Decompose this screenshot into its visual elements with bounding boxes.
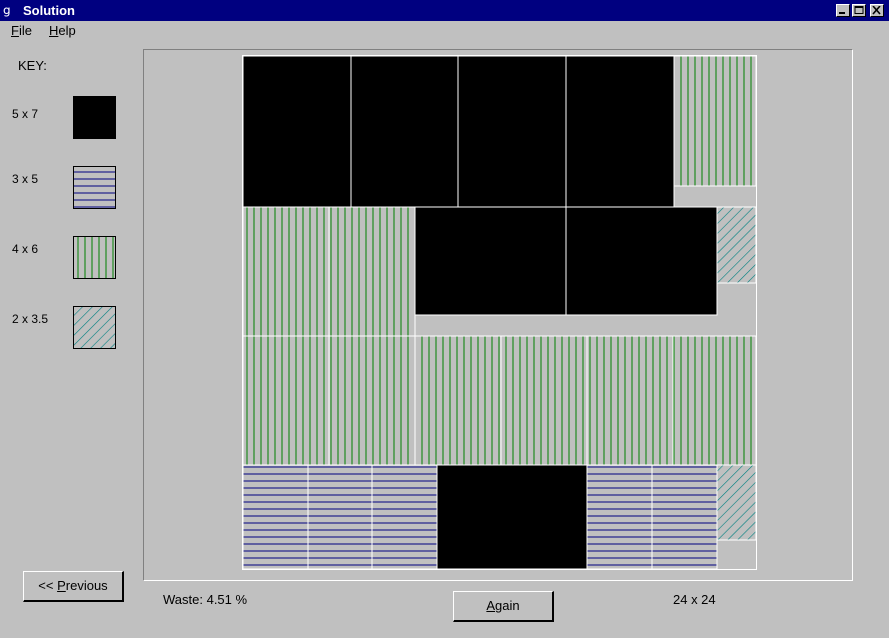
maximize-button[interactable] bbox=[852, 4, 866, 17]
piece-2x3.5 bbox=[716, 206, 757, 284]
piece-5x7 bbox=[242, 55, 352, 208]
previous-prefix: << bbox=[38, 578, 58, 593]
piece-5x7 bbox=[565, 206, 718, 316]
window-title: Solution bbox=[23, 3, 75, 18]
minimize-button[interactable] bbox=[836, 4, 850, 17]
key-swatch-5x7 bbox=[73, 96, 116, 139]
minimize-icon bbox=[839, 12, 845, 14]
key-label-5x7: 5 x 7 bbox=[12, 107, 39, 121]
close-button[interactable] bbox=[870, 4, 884, 17]
piece-3x5 bbox=[307, 464, 373, 570]
menu-help[interactable]: Help bbox=[49, 23, 76, 39]
key-label-2x35: 2 x 3.5 bbox=[12, 312, 49, 326]
menu-help-rest: elp bbox=[58, 23, 76, 38]
menu-bar: File Help bbox=[0, 21, 889, 41]
menu-file[interactable]: File bbox=[11, 23, 32, 39]
previous-rest: revious bbox=[65, 578, 108, 593]
previous-button[interactable]: << Previous bbox=[23, 571, 124, 602]
piece-5x7 bbox=[350, 55, 459, 208]
piece-4x6 bbox=[672, 335, 757, 466]
again-rest: gain bbox=[495, 598, 520, 613]
piece-4x6 bbox=[328, 206, 416, 337]
piece-3x5 bbox=[242, 464, 309, 570]
piece-4x6 bbox=[673, 55, 757, 187]
key-swatch-3x5 bbox=[73, 166, 116, 209]
key-swatch-2x35 bbox=[73, 306, 116, 349]
app-icon[interactable]: 𝗀 bbox=[3, 3, 19, 18]
piece-4x6 bbox=[242, 335, 330, 466]
menu-help-accel: H bbox=[49, 23, 59, 38]
key-label-3x5: 3 x 5 bbox=[12, 172, 39, 186]
piece-5x7 bbox=[436, 464, 588, 570]
sheet-size-label: 24 x 24 bbox=[673, 592, 716, 607]
maximize-icon bbox=[854, 6, 864, 14]
key-swatch-4x6 bbox=[73, 236, 116, 279]
again-accel: A bbox=[486, 598, 496, 613]
piece-3x5 bbox=[586, 464, 653, 570]
piece-4x6 bbox=[414, 335, 502, 466]
piece-3x5 bbox=[371, 464, 438, 570]
again-button[interactable]: Again bbox=[453, 591, 554, 622]
menu-file-accel: F bbox=[11, 23, 19, 38]
title-bar[interactable]: 𝗀 Solution bbox=[0, 0, 889, 21]
key-label-4x6: 4 x 6 bbox=[12, 242, 39, 256]
previous-accel: P bbox=[57, 578, 66, 593]
cutting-layout bbox=[242, 55, 757, 570]
piece-5x7 bbox=[457, 55, 567, 208]
close-icon bbox=[872, 6, 881, 15]
piece-3x5 bbox=[651, 464, 718, 570]
waste-label: Waste: 4.51 % bbox=[163, 592, 248, 607]
piece-4x6 bbox=[586, 335, 674, 466]
piece-4x6 bbox=[500, 335, 588, 466]
piece-5x7 bbox=[414, 206, 567, 316]
piece-4x6 bbox=[242, 206, 330, 337]
piece-5x7 bbox=[565, 55, 675, 208]
menu-file-rest: ile bbox=[18, 23, 32, 38]
key-heading: KEY: bbox=[18, 58, 47, 73]
piece-4x6 bbox=[328, 335, 416, 466]
piece-2x3.5 bbox=[716, 464, 757, 541]
